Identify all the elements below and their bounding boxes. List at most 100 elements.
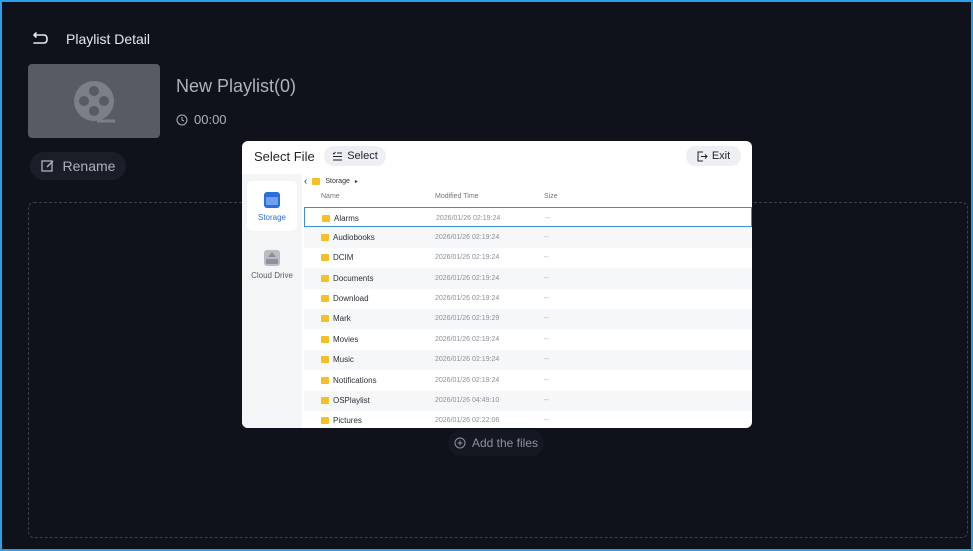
breadcrumb-item[interactable]: Storage (325, 178, 350, 185)
modified-time: 2026/01/26 02:19:24 (435, 274, 500, 282)
modified-time: 2026/01/26 02:19:24 (435, 376, 500, 384)
folder-icon (321, 376, 329, 384)
file-row[interactable]: Audiobooks 2026/01/26 02:19:24 -- (304, 227, 752, 248)
column-name[interactable]: Name (321, 193, 340, 200)
modified-time: 2026/01/26 04:49:10 (435, 397, 500, 405)
folder-icon (321, 254, 329, 262)
rename-label: Rename (62, 158, 116, 174)
modified-time: 2026/01/26 02:19:29 (435, 315, 500, 323)
file-list: Alarms 2026/01/26 02:19:24 -- Audiobooks 202… (304, 207, 752, 428)
file-row[interactable]: Music 2026/01/26 02:19:24 -- (304, 349, 752, 371)
header: Playlist Detail (30, 28, 150, 50)
file-size: -- (544, 315, 549, 323)
modified-time: 2026/01/26 02:19:24 (435, 295, 500, 303)
file-size: -- (544, 295, 549, 303)
folder-icon (321, 335, 329, 343)
file-size: -- (544, 274, 549, 282)
folder-icon (321, 356, 329, 364)
breadcrumb: ‹ Storage ▸ (304, 174, 358, 188)
duration-value: 00:00 (194, 112, 227, 127)
page-title: Playlist Detail (66, 31, 151, 47)
modified-time: 2026/01/26 02:19:24 (435, 335, 500, 343)
file-list-header: Name Modified Time Size (304, 193, 752, 207)
file-name: Alarms (334, 213, 359, 223)
folder-icon (321, 274, 329, 282)
source-cloud-drive[interactable]: Cloud Drive (247, 239, 297, 289)
file-size: -- (544, 254, 549, 262)
file-size: -- (544, 376, 549, 384)
file-name-cell: Music (321, 350, 354, 370)
file-row[interactable]: Download 2026/01/26 02:19:24 -- (304, 289, 752, 309)
folder-icon (321, 315, 329, 323)
file-row[interactable]: DCIM 2026/01/26 02:19:24 -- (304, 248, 752, 268)
file-row[interactable]: Notifications 2026/01/26 02:19:24 -- (304, 370, 752, 390)
source-cloud-drive-label: Cloud Drive (251, 270, 293, 280)
select-file-dialog: Select File Select Exit Storage Cloud Dr… (242, 141, 752, 428)
file-name-cell: Documents (321, 268, 373, 288)
rename-button[interactable]: Rename (30, 152, 126, 180)
clock-icon (176, 114, 188, 125)
playlist-name: New Playlist(0) (176, 76, 297, 96)
file-row[interactable]: Alarms 2026/01/26 02:19:24 -- (304, 207, 752, 228)
source-sidebar: Storage Cloud Drive (242, 174, 302, 428)
file-size: -- (544, 356, 549, 364)
screen: Playlist Detail New Playlist(0) 00:00 Re… (0, 0, 973, 551)
back-icon[interactable] (30, 29, 50, 49)
file-name-cell: OSPlaylist (321, 391, 370, 411)
file-size: -- (544, 335, 549, 343)
exit-icon (697, 151, 708, 161)
storage-icon (264, 191, 280, 208)
select-button[interactable]: Select (324, 146, 386, 166)
add-files-label: Add the files (471, 436, 539, 450)
folder-icon (321, 417, 329, 425)
folder-icon (321, 397, 329, 405)
file-name: Notifications (333, 375, 377, 385)
file-name-cell: Alarms (322, 208, 359, 228)
file-name: Documents (333, 273, 374, 283)
file-row[interactable]: Mark 2026/01/26 02:19:29 -- (304, 308, 752, 330)
source-storage-label: Storage (257, 212, 287, 222)
back-chevron-icon[interactable]: ‹ (304, 176, 307, 187)
file-name: OSPlaylist (333, 396, 370, 406)
source-storage[interactable]: Storage (247, 181, 297, 231)
folder-icon (321, 233, 329, 241)
file-size: -- (545, 214, 550, 222)
modified-time: 2026/01/26 02:19:24 (435, 233, 500, 241)
select-label: Select (347, 150, 378, 162)
file-name-cell: Notifications (321, 370, 377, 390)
folder-icon (321, 295, 329, 303)
file-size: -- (544, 417, 549, 425)
film-reel-icon (74, 81, 115, 123)
file-name-cell: Audiobooks (321, 227, 375, 247)
exit-button[interactable]: Exit (686, 146, 741, 166)
file-name: Download (333, 294, 369, 304)
file-name-cell: Download (321, 289, 369, 309)
cloud-drive-icon (264, 249, 280, 266)
file-name: Mark (333, 314, 351, 324)
file-name: DCIM (333, 253, 354, 263)
column-size[interactable]: Size (544, 193, 558, 200)
file-name-cell: Movies (321, 329, 358, 349)
file-row[interactable]: Pictures 2026/01/26 02:22:06 -- (304, 411, 752, 428)
file-row[interactable]: Documents 2026/01/26 02:19:24 -- (304, 268, 752, 289)
column-modified-time[interactable]: Modified Time (435, 193, 479, 200)
file-name-cell: Mark (321, 309, 351, 329)
dialog-title: Select File (254, 149, 315, 164)
edit-icon (40, 160, 54, 172)
file-name: Audiobooks (333, 232, 375, 242)
file-name: Pictures (333, 416, 362, 426)
exit-label: Exit (711, 150, 731, 162)
add-circle-icon (454, 437, 466, 449)
modified-time: 2026/01/26 02:19:24 (435, 254, 500, 262)
modified-time: 2026/01/26 02:19:24 (436, 214, 501, 222)
file-size: -- (544, 233, 549, 241)
file-name-cell: DCIM (321, 248, 353, 268)
caret-right-icon: ▸ (354, 178, 358, 185)
file-size: -- (544, 397, 549, 405)
file-row[interactable]: Movies 2026/01/26 02:19:24 -- (304, 329, 752, 349)
file-name-cell: Pictures (321, 411, 362, 428)
file-name: Music (333, 355, 354, 365)
folder-icon (312, 177, 321, 185)
file-row[interactable]: OSPlaylist 2026/01/26 04:49:10 -- (304, 390, 752, 411)
add-files-button[interactable]: Add the files (448, 430, 544, 456)
